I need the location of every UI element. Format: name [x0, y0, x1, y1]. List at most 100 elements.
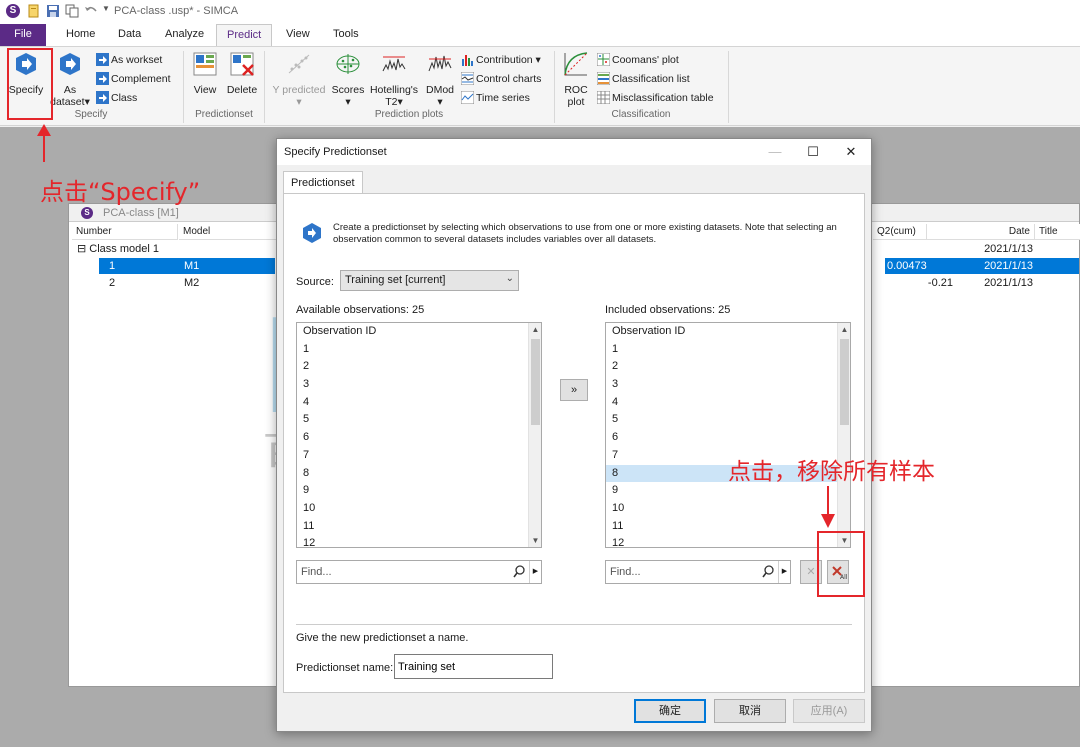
customize-quick-access-icon[interactable]: ▼: [102, 4, 110, 13]
as-workset-button[interactable]: As workset: [96, 52, 162, 68]
source-dropdown[interactable]: Training set [current] ⌄: [340, 270, 519, 291]
column-header-title[interactable]: Title: [1035, 224, 1080, 240]
move-to-included-button[interactable]: »: [560, 379, 588, 401]
tab-view[interactable]: View: [276, 24, 320, 46]
new-project-icon[interactable]: [27, 4, 41, 18]
find-available-input[interactable]: Find... ▶: [296, 560, 542, 584]
list-item[interactable]: 8: [297, 465, 541, 483]
scroll-up-icon[interactable]: ▲: [529, 323, 541, 336]
list-item[interactable]: 10: [606, 500, 850, 518]
list-item[interactable]: 2: [297, 358, 541, 376]
scroll-thumb[interactable]: [531, 339, 540, 425]
view-button[interactable]: View: [190, 51, 220, 96]
search-icon[interactable]: [762, 565, 774, 579]
cancel-button[interactable]: 取消: [714, 699, 786, 723]
tab-home[interactable]: Home: [56, 24, 105, 46]
list-header: Observation ID: [612, 325, 686, 337]
tab-analyze[interactable]: Analyze: [155, 24, 214, 46]
tab-tools[interactable]: Tools: [323, 24, 369, 46]
model-row[interactable]: 2 M2: [99, 275, 275, 291]
list-item[interactable]: 6: [606, 429, 850, 447]
coomans-plot-button[interactable]: Coomans' plot: [597, 52, 679, 68]
control-charts-button[interactable]: Control charts: [461, 71, 541, 87]
list-item[interactable]: 1: [606, 341, 850, 359]
undo-icon[interactable]: [84, 4, 98, 18]
y-predicted-button[interactable]: Y predicted ▾: [270, 51, 328, 108]
class-button[interactable]: Class: [96, 90, 137, 106]
list-item[interactable]: 3: [297, 376, 541, 394]
included-observations-label: Included observations: 25: [605, 304, 731, 316]
tab-file[interactable]: File: [0, 24, 46, 46]
as-dataset-button[interactable]: As dataset▾: [50, 51, 90, 108]
find-included-input[interactable]: Find... ▶: [605, 560, 791, 584]
scroll-down-icon[interactable]: ▼: [529, 534, 541, 547]
available-observations-label: Available observations: 25: [296, 304, 425, 316]
list-item[interactable]: 11: [297, 518, 541, 536]
list-item[interactable]: 6: [297, 429, 541, 447]
list-item[interactable]: 5: [606, 411, 850, 429]
maximize-icon[interactable]: ☐: [799, 143, 827, 161]
list-item[interactable]: 5: [297, 411, 541, 429]
scrollbar[interactable]: ▲ ▼: [528, 323, 541, 547]
divider: [296, 624, 852, 625]
tab-predict[interactable]: Predict: [216, 24, 273, 46]
time-series-button[interactable]: Time series: [461, 90, 530, 106]
list-item[interactable]: 9: [297, 482, 541, 500]
predictionset-name-input[interactable]: [394, 654, 553, 679]
close-icon[interactable]: ✕: [837, 143, 865, 161]
column-header-model[interactable]: Model: [179, 224, 279, 240]
list-item[interactable]: 7: [297, 447, 541, 465]
list-item[interactable]: 11: [606, 518, 850, 536]
column-header-date[interactable]: Date: [927, 224, 1035, 240]
minimize-icon[interactable]: —: [761, 143, 789, 161]
find-options-icon[interactable]: ▶: [778, 561, 790, 583]
list-item[interactable]: 10: [297, 500, 541, 518]
search-icon[interactable]: [513, 565, 525, 579]
model-row[interactable]: 1 M1: [99, 258, 275, 274]
hotellings-t2-button[interactable]: Hotelling's T2▾: [368, 51, 420, 108]
complement-button[interactable]: Complement: [96, 71, 171, 87]
delete-button[interactable]: Delete: [224, 51, 260, 96]
list-item[interactable]: 1: [297, 341, 541, 359]
control-charts-icon: [461, 72, 474, 85]
list-item[interactable]: 3: [606, 376, 850, 394]
collapse-icon[interactable]: ⊟: [77, 243, 86, 255]
view-predictionset-icon: [193, 52, 217, 76]
simca-logo-icon[interactable]: S: [6, 4, 20, 18]
time-series-icon: [461, 91, 474, 104]
scroll-up-icon[interactable]: ▲: [838, 323, 850, 336]
dialog-body: Create a predictionset by selecting whic…: [283, 193, 865, 693]
roc-plot-button[interactable]: ROC plot: [560, 51, 592, 108]
name-prompt: Give the new predictionset a name.: [296, 632, 469, 644]
copy-icon[interactable]: [65, 4, 79, 18]
scores-button[interactable]: Scores ▾: [330, 51, 366, 108]
contribution-button[interactable]: Contribution ▾: [461, 52, 541, 68]
model-row-right[interactable]: -0.21 2021/1/13: [885, 275, 1079, 291]
included-observations-list[interactable]: Observation ID 1 2 3 4 5 6 7 8 9 10 11 1…: [605, 322, 851, 548]
column-header-number[interactable]: Number: [72, 224, 178, 240]
scroll-thumb[interactable]: [840, 339, 849, 425]
apply-button[interactable]: 应用(A): [793, 699, 865, 723]
misclassification-table-button[interactable]: Misclassification table: [597, 90, 714, 106]
as-dataset-icon: [60, 53, 80, 75]
column-header-q2[interactable]: Q2(cum): [873, 224, 927, 240]
available-observations-list[interactable]: Observation ID 1 2 3 4 5 6 7 8 9 10 11 1…: [296, 322, 542, 548]
list-item[interactable]: 4: [297, 394, 541, 412]
tab-data[interactable]: Data: [108, 24, 151, 46]
list-item[interactable]: 12: [606, 535, 850, 547]
list-item[interactable]: 12: [297, 535, 541, 547]
tab-predictionset[interactable]: Predictionset: [283, 171, 363, 194]
ribbon-separator: [728, 51, 729, 123]
model-row-right[interactable]: 0.00473 2021/1/13: [885, 258, 1079, 274]
dialog-title: Specify Predictionset: [284, 146, 387, 158]
ok-button[interactable]: 确定: [634, 699, 706, 723]
dmod-button[interactable]: DMod ▾: [424, 51, 456, 108]
class-icon: [96, 91, 109, 104]
save-icon[interactable]: [46, 4, 60, 18]
find-options-icon[interactable]: ▶: [529, 561, 541, 583]
list-item[interactable]: 4: [606, 394, 850, 412]
scrollbar[interactable]: ▲ ▼: [837, 323, 850, 547]
tree-root-row[interactable]: ⊟ Class model 1: [77, 241, 159, 257]
list-item[interactable]: 2: [606, 358, 850, 376]
classification-list-button[interactable]: Classification list: [597, 71, 690, 87]
